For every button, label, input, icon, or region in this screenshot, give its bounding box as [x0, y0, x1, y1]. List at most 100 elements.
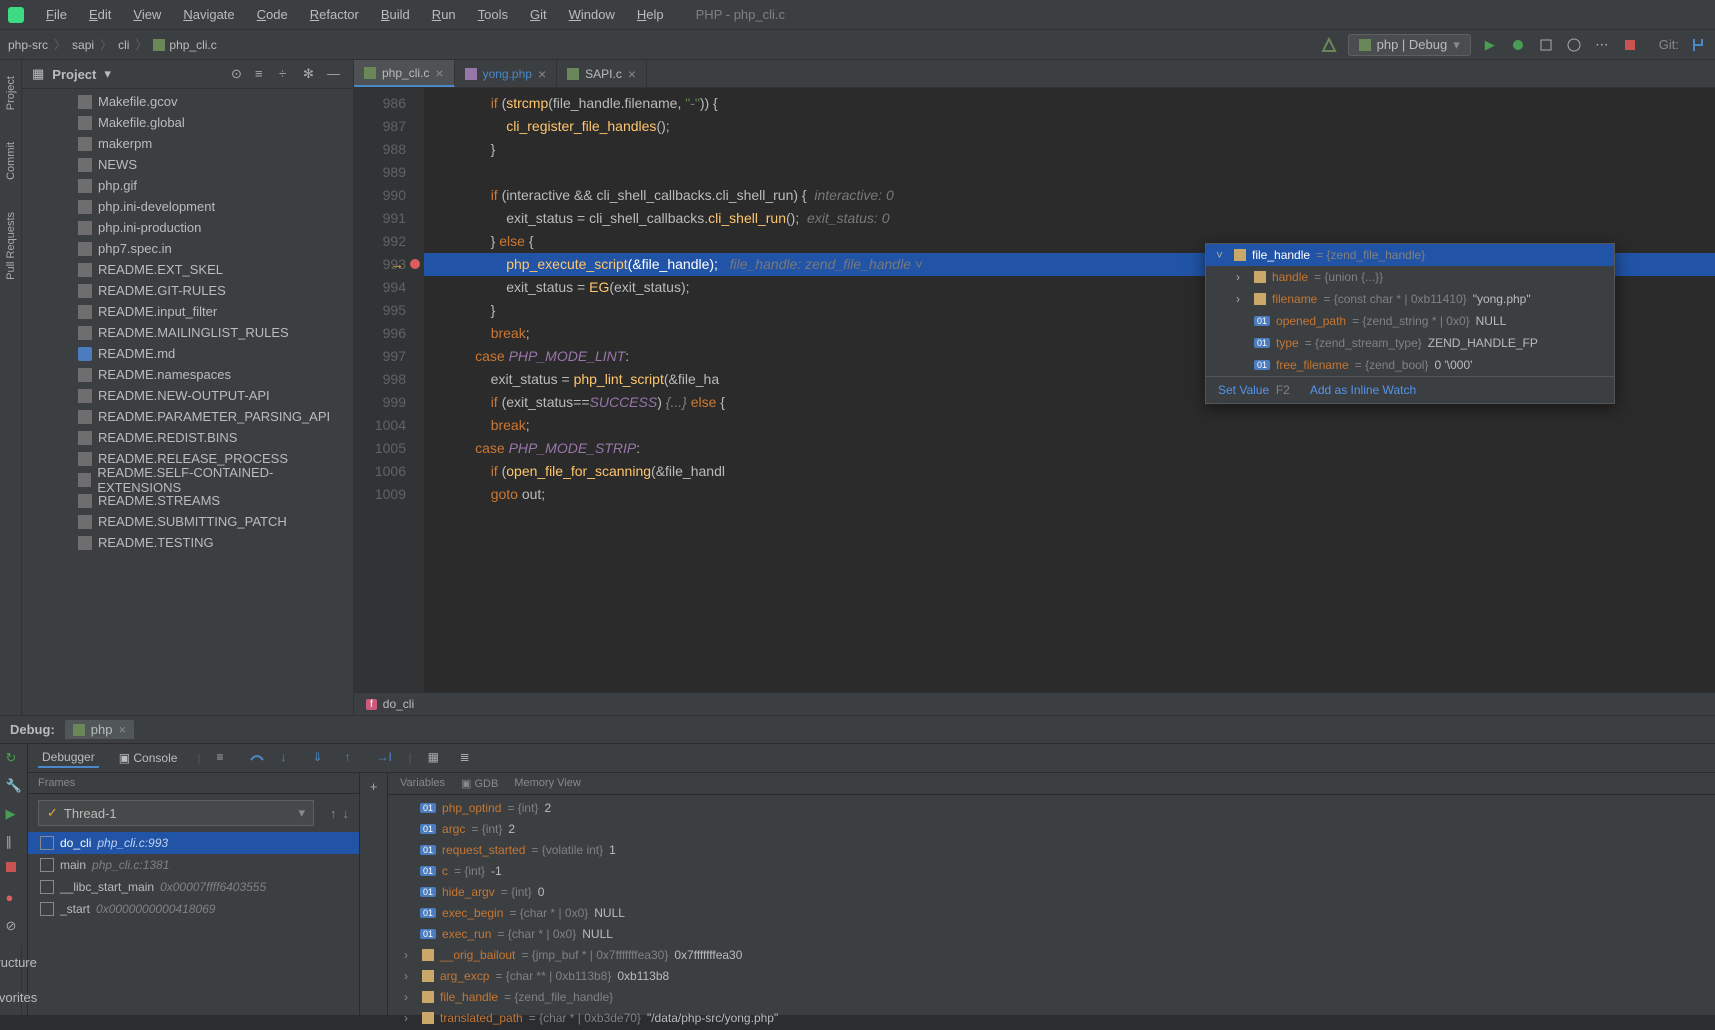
tree-item[interactable]: README.NEW-OUTPUT-API	[22, 385, 353, 406]
inline-variable-popup[interactable]: ˅file_handle = {zend_file_handle}›handle…	[1205, 243, 1615, 404]
tool-tab-project[interactable]: Project	[3, 70, 19, 116]
console-tab[interactable]: ▣ Console	[115, 749, 182, 767]
tree-item[interactable]: makerpm	[22, 133, 353, 154]
next-frame-icon[interactable]: ↓	[343, 806, 360, 821]
debug-session-tab[interactable]: php ×	[65, 720, 134, 739]
trace-icon[interactable]: ≣	[460, 750, 476, 766]
pause-icon[interactable]: ∥	[6, 834, 22, 850]
tree-item[interactable]: php.ini-production	[22, 217, 353, 238]
hide-icon[interactable]: —	[327, 66, 343, 82]
expand-icon[interactable]: ˅	[1216, 248, 1228, 262]
menu-tools[interactable]: Tools	[468, 3, 518, 26]
tool-tab-pull-requests[interactable]: Pull Requests	[3, 206, 19, 286]
rerun-icon[interactable]: ↻	[6, 750, 22, 766]
menu-build[interactable]: Build	[371, 3, 420, 26]
tree-item[interactable]: README.TESTING	[22, 532, 353, 553]
variable-row[interactable]: 01opened_path = {zend_string * | 0x0} NU…	[1206, 310, 1614, 332]
tree-item[interactable]: README.input_filter	[22, 301, 353, 322]
editor-tab[interactable]: yong.php×	[455, 60, 558, 87]
tool-tab-favorites[interactable]: Favorites	[0, 990, 37, 1005]
close-icon[interactable]: ×	[628, 66, 636, 82]
resume-icon[interactable]: ▶	[6, 806, 22, 822]
menu-run[interactable]: Run	[422, 3, 466, 26]
expand-icon[interactable]: ›	[404, 1011, 416, 1025]
tool-tab-commit[interactable]: Commit	[3, 136, 19, 186]
expand-all-icon[interactable]: ≡	[255, 66, 271, 82]
mute-breakpoints-icon[interactable]: ⊘	[6, 918, 22, 934]
debugger-tab[interactable]: Debugger	[38, 748, 99, 768]
run-config-selector[interactable]: php | Debug ▾	[1348, 34, 1471, 56]
variable-row[interactable]: ˅file_handle = {zend_file_handle}	[1206, 244, 1614, 266]
stack-frame[interactable]: _start0x0000000000418069	[28, 898, 359, 920]
tree-item[interactable]: README.SELF-CONTAINED-EXTENSIONS	[22, 469, 353, 490]
thread-selector[interactable]: ✓ Thread-1 ▾	[38, 800, 314, 826]
variable-row[interactable]: ›translated_path = {char * | 0xb3de70} "…	[388, 1007, 1715, 1028]
build-icon[interactable]	[1320, 36, 1338, 54]
breadcrumb-segment[interactable]: php_cli.c	[153, 38, 216, 52]
chevron-down-icon[interactable]: ▾	[104, 66, 111, 82]
close-icon[interactable]: ×	[118, 722, 126, 737]
menu-refactor[interactable]: Refactor	[300, 3, 369, 26]
project-title[interactable]: Project	[52, 67, 96, 82]
attach-button[interactable]: ⋯	[1593, 36, 1611, 54]
modify-run-icon[interactable]: 🔧	[6, 778, 22, 794]
variable-row[interactable]: 01hide_argv = {int} 0	[388, 881, 1715, 902]
editor-tab[interactable]: php_cli.c×	[354, 60, 455, 87]
vars-tab-variables[interactable]: Variables	[400, 777, 445, 790]
tree-item[interactable]: README.GIT-RULES	[22, 280, 353, 301]
tree-item[interactable]: README.PARAMETER_PARSING_API	[22, 406, 353, 427]
coverage-button[interactable]	[1537, 36, 1555, 54]
editor-gutter[interactable]: 9869879889899909919929939949959969979989…	[354, 88, 424, 692]
variable-row[interactable]: ›__orig_bailout = {jmp_buf * | 0x7ffffff…	[388, 944, 1715, 965]
menu-view[interactable]: View	[123, 3, 171, 26]
add-inline-watch-action[interactable]: Add as Inline Watch	[1310, 383, 1416, 397]
new-watch-icon[interactable]: +	[370, 779, 378, 794]
show-execution-point-icon[interactable]: ≡	[217, 750, 233, 766]
variable-row[interactable]: 01exec_begin = {char * | 0x0} NULL	[388, 902, 1715, 923]
expand-icon[interactable]: ›	[1236, 292, 1248, 306]
stop-button[interactable]	[1621, 36, 1639, 54]
vars-tab-memory-view[interactable]: Memory View	[514, 777, 580, 790]
variable-row[interactable]: 01exec_run = {char * | 0x0} NULL	[388, 923, 1715, 944]
menu-file[interactable]: File	[36, 3, 77, 26]
tree-item[interactable]: README.EXT_SKEL	[22, 259, 353, 280]
editor-breadcrumb[interactable]: f do_cli	[354, 692, 1715, 715]
step-into-icon[interactable]: ↓	[281, 750, 297, 766]
vars-tab-gdb[interactable]: ▣ GDB	[461, 777, 498, 790]
expand-icon[interactable]: ›	[404, 948, 416, 962]
breadcrumb-segment[interactable]: php-src	[8, 38, 48, 52]
variable-row[interactable]: 01free_filename = {zend_bool} 0 '\000'	[1206, 354, 1614, 376]
run-button[interactable]: ▶	[1481, 36, 1499, 54]
variable-row[interactable]: ›handle = {union {...}}	[1206, 266, 1614, 288]
tree-item[interactable]: Makefile.global	[22, 112, 353, 133]
variable-row[interactable]: 01request_started = {volatile int} 1	[388, 839, 1715, 860]
step-over-icon[interactable]	[249, 750, 265, 766]
run-to-cursor-icon[interactable]: →I	[377, 750, 393, 766]
settings-icon[interactable]: ✻	[303, 66, 319, 82]
menu-window[interactable]: Window	[559, 3, 625, 26]
menu-code[interactable]: Code	[247, 3, 298, 26]
force-step-into-icon[interactable]: ⇓	[313, 750, 329, 766]
profile-button[interactable]	[1565, 36, 1583, 54]
tree-item[interactable]: Makefile.gcov	[22, 91, 353, 112]
tree-item[interactable]: README.REDIST.BINS	[22, 427, 353, 448]
debug-button[interactable]	[1509, 36, 1527, 54]
stack-frame[interactable]: mainphp_cli.c:1381	[28, 854, 359, 876]
variable-row[interactable]: ›arg_excp = {char ** | 0xb113b8} 0xb113b…	[388, 965, 1715, 986]
collapse-all-icon[interactable]: ÷	[279, 66, 295, 82]
view-breakpoints-icon[interactable]: ●	[6, 890, 22, 906]
git-branch-icon[interactable]	[1689, 36, 1707, 54]
tree-item[interactable]: php.gif	[22, 175, 353, 196]
close-icon[interactable]: ×	[538, 66, 546, 82]
menu-edit[interactable]: Edit	[79, 3, 121, 26]
stack-frame[interactable]: do_cliphp_cli.c:993	[28, 832, 359, 854]
set-value-action[interactable]: Set Value F2	[1218, 383, 1290, 397]
editor-tab[interactable]: SAPI.c×	[557, 60, 647, 87]
project-tree[interactable]: Makefile.gcovMakefile.globalmakerpmNEWSp…	[22, 89, 353, 715]
tree-item[interactable]: php.ini-development	[22, 196, 353, 217]
tree-item[interactable]: README.SUBMITTING_PATCH	[22, 511, 353, 532]
expand-icon[interactable]: ›	[1236, 270, 1248, 284]
expand-icon[interactable]: ›	[404, 969, 416, 983]
tree-item[interactable]: php7.spec.in	[22, 238, 353, 259]
tool-tab-structure[interactable]: Structure	[0, 955, 37, 970]
